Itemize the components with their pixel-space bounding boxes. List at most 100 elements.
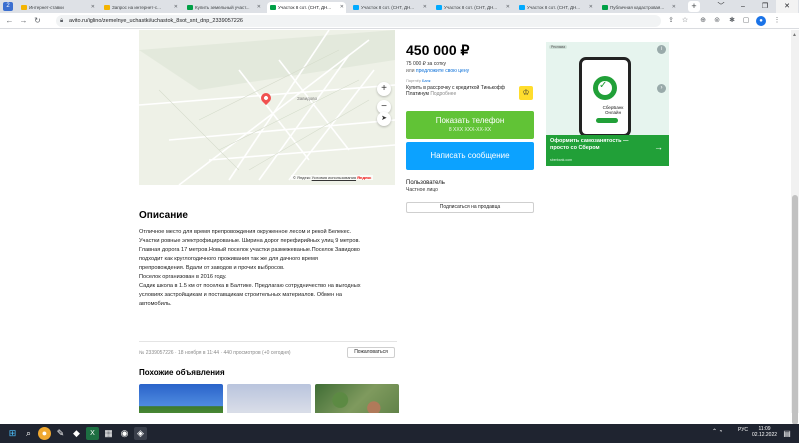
yandex-logo[interactable]: Яндекс — [357, 175, 371, 180]
back-button[interactable]: ← — [4, 15, 15, 26]
tab-favicon-icon — [436, 5, 442, 10]
system-clock[interactable]: 11:09 02.12.2022 — [752, 426, 777, 438]
similar-listing-thumbnail-1[interactable] — [139, 384, 223, 413]
new-tab-button[interactable]: + — [688, 1, 700, 12]
avatar[interactable]: ● — [756, 16, 766, 26]
check-icon: ✓ — [599, 80, 608, 91]
scroll-up-icon[interactable]: ▲ — [792, 32, 797, 38]
lock-icon: 🔒︎ — [60, 18, 64, 24]
seller-name[interactable]: Пользователь — [406, 180, 445, 186]
ad-next-chevron-icon[interactable]: › — [657, 84, 666, 93]
tab-close-icon[interactable]: ✕ — [340, 2, 344, 13]
zoom-in-button[interactable]: + — [377, 82, 391, 96]
reload-button[interactable]: ↻ — [32, 15, 43, 26]
extension-icon[interactable]: ⊕ — [698, 16, 708, 26]
partner-name[interactable]: Банк — [422, 79, 430, 83]
location-map[interactable]: Завидово + − ➤ © Яндекс Условия использо… — [139, 30, 395, 185]
tab-favicon-icon — [187, 5, 193, 10]
yandex-browser-icon[interactable]: ● — [38, 427, 51, 440]
close-window-button[interactable]: ✕ — [776, 0, 798, 13]
tab-close-icon[interactable]: ✕ — [257, 2, 261, 13]
ad-domain: sberbank.com — [550, 158, 572, 162]
ad-headline: Оформить самозанятость — просто со Сберо… — [550, 138, 629, 151]
tab-close-icon[interactable]: ✕ — [174, 2, 178, 13]
report-button[interactable]: Пожаловаться — [347, 347, 395, 358]
map-terms-link[interactable]: Условия использования — [312, 175, 356, 180]
browser-tab[interactable]: Участок 8 сот. (СНТ, ДН... ✕ — [350, 2, 429, 13]
listing-meta: № 2339057226 · 18 ноября в 11:44 · 440 п… — [139, 350, 291, 356]
extension-2-icon[interactable]: ⊚ — [712, 16, 722, 26]
paint-icon[interactable]: ✎ — [54, 427, 67, 440]
excel-icon[interactable]: X — [86, 427, 99, 440]
browser-tab[interactable]: Публичная кадастровая... ✕ — [599, 2, 678, 13]
minimize-button[interactable]: – — [732, 0, 754, 13]
page-scrollbar[interactable]: ▲ — [791, 30, 799, 425]
tray-chevron-icon[interactable]: ⌃ ◔ — [712, 428, 722, 435]
sber-ad-banner[interactable]: Реклама i › ✓ СберБанк Онлайн Оформить с… — [546, 42, 669, 166]
browser-tab[interactable]: Участок 8 сот. (СНТ, ДН... ✕ — [433, 2, 512, 13]
taskbar-app-active-icon[interactable]: ◈ — [134, 427, 147, 440]
description-line: подходит как круглогодичного проживания … — [139, 256, 318, 263]
browser-tab[interactable]: Участок 8 сот. (СНТ, ДН... ✕ — [267, 2, 346, 13]
locate-me-icon[interactable]: ➤ — [377, 112, 391, 126]
bookmark-star-icon[interactable]: ☆ — [680, 16, 690, 26]
installment-more-link[interactable]: Подробнее — [430, 91, 456, 97]
forward-button[interactable]: → — [18, 15, 29, 26]
tab-label: Участок 8 сот. (СНТ, ДН... — [361, 5, 415, 10]
map-copyright: © Яндекс — [293, 175, 312, 180]
map-attribution: © Яндекс Условия использования Яндекс — [291, 175, 374, 180]
price: 450 000 ₽ — [406, 42, 470, 58]
search-icon[interactable]: ⌕ — [22, 427, 35, 440]
write-message-button[interactable]: Написать сообщение — [406, 142, 534, 170]
tab-close-icon[interactable]: ✕ — [506, 2, 510, 13]
tab-close-icon[interactable]: ✕ — [423, 2, 427, 13]
tab-close-icon[interactable]: ✕ — [672, 2, 676, 13]
ad-info-icon[interactable]: i — [657, 45, 666, 54]
ad-phone-illustration: ✓ СберБанк Онлайн — [579, 57, 631, 137]
notification-icon[interactable]: ▤ — [781, 428, 793, 439]
description-line: Отличное место для время препровождения … — [139, 229, 352, 235]
description-line: Садик школа в 1.5 км от поселка в Балтик… — [139, 283, 361, 290]
puzzle-icon[interactable]: ✱ — [727, 16, 737, 26]
tab-label: Участок 8 сот. (СНТ, ДН... — [278, 5, 332, 10]
partner-label: Партнёр — [406, 79, 421, 83]
installment-offer: Купить в рассрочку с кредиткой Тинькофф … — [406, 85, 516, 97]
offer-price-link[interactable]: предложите свою цену — [416, 68, 469, 74]
tab-favicon-icon — [21, 5, 27, 10]
similar-listing-thumbnail-2[interactable] — [227, 384, 311, 413]
keyboard-language[interactable]: РУС — [738, 427, 748, 433]
ad-arrow-icon[interactable]: → — [654, 142, 663, 152]
tab-label: Публичная кадастровая... — [610, 5, 665, 10]
tab-close-icon[interactable]: ✕ — [589, 2, 593, 13]
tab-label: Купить земельный участ... — [195, 5, 250, 10]
similar-listing-thumbnail-3[interactable] — [315, 384, 399, 413]
menu-kebab-icon[interactable]: ⋮ — [772, 16, 782, 26]
map-streets — [139, 30, 395, 185]
start-windows-icon[interactable]: ⊞ — [6, 427, 19, 440]
file-explorer-icon[interactable]: ▦ — [102, 427, 115, 440]
tab-close-icon[interactable]: ✕ — [91, 2, 95, 13]
chrome-icon[interactable]: ◉ — [118, 427, 131, 440]
browser-tab[interactable]: Интернет-ставки ✕ — [18, 2, 97, 13]
browser-tab[interactable]: Купить земельный участ... ✕ — [184, 2, 263, 13]
ad-footer: Оформить самозанятость — просто со Сберо… — [546, 135, 669, 166]
tab-label: Запрос на интернет-с... — [112, 5, 161, 10]
app-icon[interactable]: ◆ — [70, 427, 83, 440]
description-title: Описание — [139, 210, 188, 221]
profile-badge-icon[interactable]: 2 — [3, 2, 13, 11]
ad-phone-button — [596, 118, 618, 123]
scroll-thumb[interactable] — [792, 195, 798, 425]
share-icon[interactable]: ⇪ — [666, 16, 676, 26]
maximize-button[interactable]: ❐ — [754, 0, 776, 13]
subscribe-seller-button[interactable]: Подписаться на продавца — [406, 202, 534, 213]
browser-tab[interactable]: Участок 8 сот. (СНТ, ДН... ✕ — [516, 2, 595, 13]
browser-tab[interactable]: Запрос на интернет-с... ✕ — [101, 2, 180, 13]
show-phone-button[interactable]: Показать телефон 8 XXX XXX-XX-XX — [406, 111, 534, 139]
ad-badge: Реклама — [549, 45, 568, 49]
similar-listings-title: Похожие объявления — [139, 368, 225, 377]
tab-search-icon[interactable]: ﹀ — [710, 0, 732, 13]
show-phone-label: Показать телефон — [435, 116, 505, 125]
sidepanel-icon[interactable]: ▢ — [741, 16, 751, 26]
tab-favicon-icon — [104, 5, 110, 10]
address-bar[interactable]: 🔒︎ avito.ru/iglino/zemelnye_uchastki/uch… — [56, 15, 661, 27]
